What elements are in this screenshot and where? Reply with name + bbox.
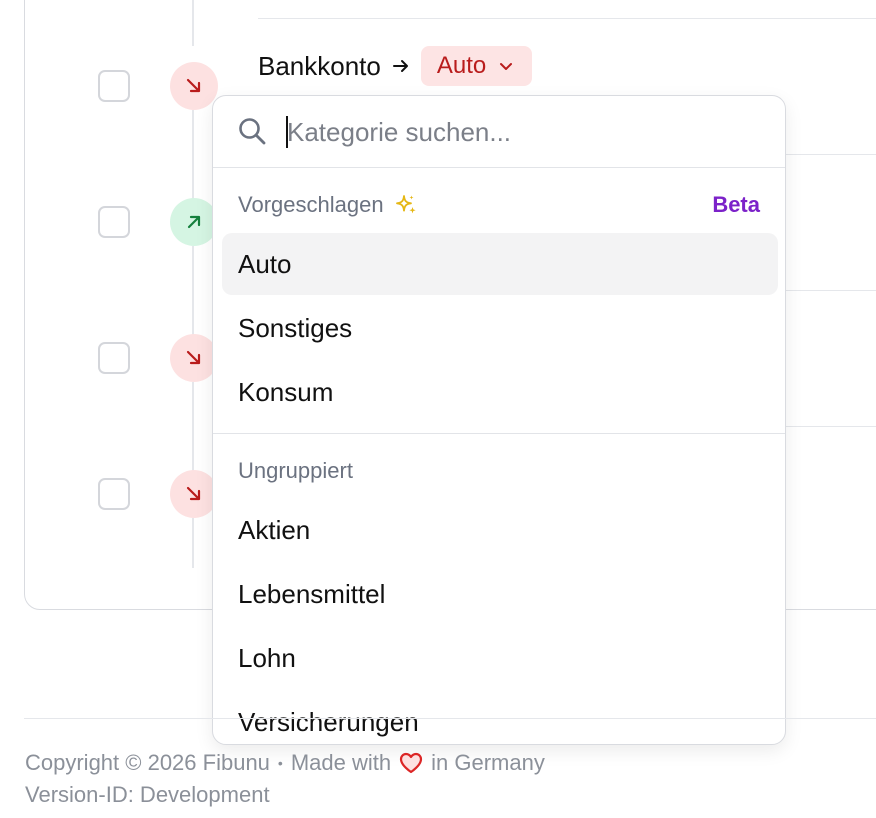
category-option[interactable]: Lohn — [222, 627, 778, 689]
arrow-down-right-icon — [186, 78, 201, 93]
category-option[interactable]: Aktien — [222, 499, 778, 561]
timeline-line — [192, 382, 194, 472]
outgoing-transaction-icon — [170, 62, 218, 110]
row-divider — [786, 290, 876, 291]
category-option[interactable]: Sonstiges — [222, 297, 778, 359]
footer-separator: • — [277, 755, 283, 771]
row-divider — [258, 18, 876, 19]
version-text: Version-ID: Development — [25, 782, 270, 807]
footer-divider — [24, 718, 876, 719]
suggested-group-heading: Vorgeschlagen — [238, 192, 418, 218]
outgoing-transaction-icon — [170, 334, 218, 382]
chevron-down-icon — [500, 63, 513, 70]
search-icon — [239, 118, 266, 145]
incoming-transaction-icon — [170, 198, 218, 246]
arrow-down-right-icon — [186, 486, 201, 501]
arrow-down-right-icon — [186, 350, 201, 365]
arrow-up-right-icon — [187, 215, 201, 229]
suggested-heading-label: Vorgeschlagen — [238, 192, 384, 217]
made-with-text: Made with — [290, 750, 392, 775]
copyright-text: Copyright © 2026 Fibunu — [25, 750, 270, 775]
timeline-line — [192, 518, 194, 568]
category-option[interactable]: Auto — [222, 233, 778, 295]
timeline-line — [192, 246, 194, 336]
row-divider — [786, 154, 876, 155]
transaction-transfer-line: Bankkonto Auto — [258, 46, 533, 86]
timeline-line — [192, 0, 194, 46]
category-option[interactable]: Konsum — [222, 361, 778, 423]
account-name: Bankkonto — [258, 50, 381, 81]
group-divider — [213, 433, 785, 434]
category-option[interactable]: Lebensmittel — [222, 563, 778, 625]
row-divider — [786, 426, 876, 427]
outgoing-transaction-icon — [170, 470, 218, 518]
footer-version-line: Version-ID: Development — [25, 782, 270, 808]
category-chip-label: Auto — [436, 52, 487, 79]
footer-copyright-line: Copyright © 2026 Fibunu • Made with in G… — [25, 750, 545, 776]
row-select-checkbox[interactable] — [98, 70, 130, 102]
ungrouped-group-heading: Ungruppiert — [238, 458, 353, 484]
ungrouped-heading-label: Ungruppiert — [238, 458, 353, 483]
category-select-button[interactable]: Auto — [420, 46, 533, 86]
category-search-input[interactable] — [287, 110, 757, 154]
timeline-line — [192, 110, 194, 200]
category-search-row — [213, 96, 785, 168]
in-germany-text: in Germany — [431, 750, 545, 775]
category-picker-popover: Vorgeschlagen Beta Auto Sonstiges Konsum… — [212, 95, 786, 745]
beta-badge: Beta — [712, 192, 760, 217]
heart-icon — [399, 752, 423, 774]
arrow-right-icon — [391, 56, 411, 76]
row-select-checkbox[interactable] — [98, 342, 130, 374]
row-select-checkbox[interactable] — [98, 206, 130, 238]
sparkle-icon — [395, 195, 416, 214]
row-select-checkbox[interactable] — [98, 478, 130, 510]
